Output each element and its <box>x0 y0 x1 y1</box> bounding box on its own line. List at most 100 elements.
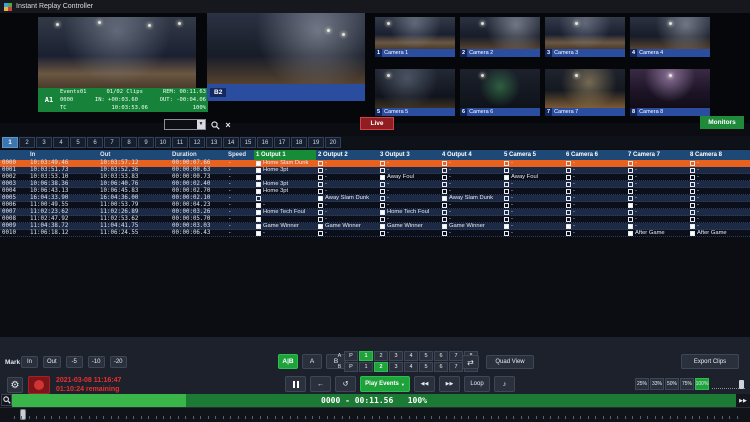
camera-thumb-7[interactable]: 7Camera 7 <box>545 69 625 116</box>
zoom-75pct-button[interactable]: 75% <box>680 378 694 390</box>
output-checkbox[interactable] <box>628 224 633 229</box>
assign-b-3[interactable]: 3 <box>389 362 403 372</box>
mark-in-button[interactable]: In <box>21 356 38 368</box>
event-row-0001[interactable]: 000110:03:51.7310:03:52.3600:00:00.63-Ho… <box>0 167 750 174</box>
camera-thumb-5[interactable]: 5Camera 5 <box>375 69 455 116</box>
output-checkbox[interactable] <box>318 196 323 201</box>
next-event-button[interactable]: ▶▶ <box>439 376 460 392</box>
timeline-magnifier-icon[interactable] <box>1 394 12 406</box>
assign-b-p[interactable]: P <box>344 362 358 372</box>
loop-button[interactable]: Loop <box>464 376 490 392</box>
output-checkbox[interactable] <box>442 196 447 201</box>
output-checkbox[interactable] <box>442 210 447 215</box>
timeline-zoom-slider[interactable] <box>712 381 745 389</box>
tab-15[interactable]: 15 <box>240 137 256 148</box>
assign-b-1[interactable]: 1 <box>359 362 373 372</box>
output-checkbox[interactable] <box>318 210 323 215</box>
event-row-0010[interactable]: 001011:06:18.1211:06:24.5500:00:06.43---… <box>0 230 750 237</box>
output-checkbox[interactable] <box>256 217 261 222</box>
event-row-0008[interactable]: 000811:02:47.9211:02:53.6200:00:05.70---… <box>0 216 750 223</box>
output-checkbox[interactable] <box>256 203 261 208</box>
output-checkbox[interactable] <box>690 161 695 166</box>
preview-b-monitor[interactable] <box>207 13 365 84</box>
output-checkbox[interactable] <box>690 175 695 180</box>
tab-12[interactable]: 12 <box>189 137 205 148</box>
event-row-0000[interactable]: 000010:03:49.4610:03:57.1200:00:07.66-Ho… <box>0 160 750 167</box>
output-checkbox[interactable] <box>380 182 385 187</box>
tab-11[interactable]: 11 <box>172 137 188 148</box>
output-checkbox[interactable] <box>566 217 571 222</box>
output-checkbox[interactable] <box>628 182 633 187</box>
mark-5-button[interactable]: -5 <box>66 356 83 368</box>
output-checkbox[interactable] <box>256 182 261 187</box>
timeline-ruler[interactable] <box>0 407 750 422</box>
output-checkbox[interactable] <box>256 224 261 229</box>
tab-10[interactable]: 10 <box>155 137 171 148</box>
assign-a-5[interactable]: 5 <box>419 351 433 361</box>
timeline-track[interactable]: 0000 - 00:11.56 100% <box>12 394 736 407</box>
assign-b-4[interactable]: 4 <box>404 362 418 372</box>
output-checkbox[interactable] <box>628 196 633 201</box>
tab-13[interactable]: 13 <box>206 137 222 148</box>
output-checkbox[interactable] <box>318 182 323 187</box>
search-input[interactable]: ▼ <box>164 119 206 130</box>
output-checkbox[interactable] <box>380 203 385 208</box>
output-checkbox[interactable] <box>380 175 385 180</box>
a-only-button[interactable]: A <box>302 354 322 369</box>
output-checkbox[interactable] <box>318 224 323 229</box>
assign-b-6[interactable]: 6 <box>434 362 448 372</box>
assign-a-1[interactable]: 1 <box>359 351 373 361</box>
output-checkbox[interactable] <box>318 175 323 180</box>
mark-20-button[interactable]: -20 <box>110 356 127 368</box>
live-button[interactable]: Live <box>360 117 394 130</box>
skip-to-end-icon[interactable]: ▶▶ <box>736 394 750 407</box>
output-checkbox[interactable] <box>256 168 261 173</box>
tab-5[interactable]: 5 <box>70 137 86 148</box>
settings-gear-button[interactable]: ⚙ <box>7 377 23 393</box>
output-checkbox[interactable] <box>690 196 695 201</box>
output-checkbox[interactable] <box>256 210 261 215</box>
output-checkbox[interactable] <box>628 161 633 166</box>
output-checkbox[interactable] <box>566 182 571 187</box>
tab-6[interactable]: 6 <box>87 137 103 148</box>
program-a-monitor[interactable] <box>38 17 196 88</box>
mark-10-button[interactable]: -10 <box>88 356 105 368</box>
output-checkbox[interactable] <box>442 175 447 180</box>
output-checkbox[interactable] <box>690 168 695 173</box>
output-checkbox[interactable] <box>318 217 323 222</box>
monitors-button[interactable]: Monitors <box>700 116 744 129</box>
event-row-0002[interactable]: 000210:03:53.1010:03:53.8300:00:00.73--A… <box>0 174 750 181</box>
output-checkbox[interactable] <box>566 224 571 229</box>
tab-4[interactable]: 4 <box>53 137 69 148</box>
output-checkbox[interactable] <box>256 175 261 180</box>
output-checkbox[interactable] <box>690 182 695 187</box>
clear-search-icon[interactable]: × <box>222 119 234 131</box>
output-checkbox[interactable] <box>442 182 447 187</box>
output-checkbox[interactable] <box>566 175 571 180</box>
play-events-button[interactable]: Play Events▼ <box>360 376 410 392</box>
output-checkbox[interactable] <box>504 231 509 236</box>
camera-thumb-8[interactable]: 8Camera 8 <box>630 69 710 116</box>
output-checkbox[interactable] <box>380 224 385 229</box>
output-checkbox[interactable] <box>256 231 261 236</box>
output-checkbox[interactable] <box>628 217 633 222</box>
output-checkbox[interactable] <box>628 175 633 180</box>
output-checkbox[interactable] <box>380 161 385 166</box>
output-checkbox[interactable] <box>566 231 571 236</box>
assign-b-5[interactable]: 5 <box>419 362 433 372</box>
event-row-0004[interactable]: 000410:06:43.1310:06:45.8300:00:02.70-Ho… <box>0 188 750 195</box>
output-checkbox[interactable] <box>566 168 571 173</box>
camera-thumb-1[interactable]: 1Camera 1 <box>375 17 455 57</box>
swap-ab-icon[interactable]: ⇄ <box>462 355 479 369</box>
output-checkbox[interactable] <box>566 161 571 166</box>
jump-back-button[interactable]: ← <box>310 376 331 392</box>
record-button[interactable] <box>28 376 50 394</box>
output-checkbox[interactable] <box>504 189 509 194</box>
output-checkbox[interactable] <box>380 189 385 194</box>
output-checkbox[interactable] <box>504 217 509 222</box>
output-checkbox[interactable] <box>256 189 261 194</box>
assign-a-p[interactable]: P <box>344 351 358 361</box>
output-checkbox[interactable] <box>442 224 447 229</box>
assign-a-4[interactable]: 4 <box>404 351 418 361</box>
audio-button[interactable]: ♪ <box>494 376 515 392</box>
